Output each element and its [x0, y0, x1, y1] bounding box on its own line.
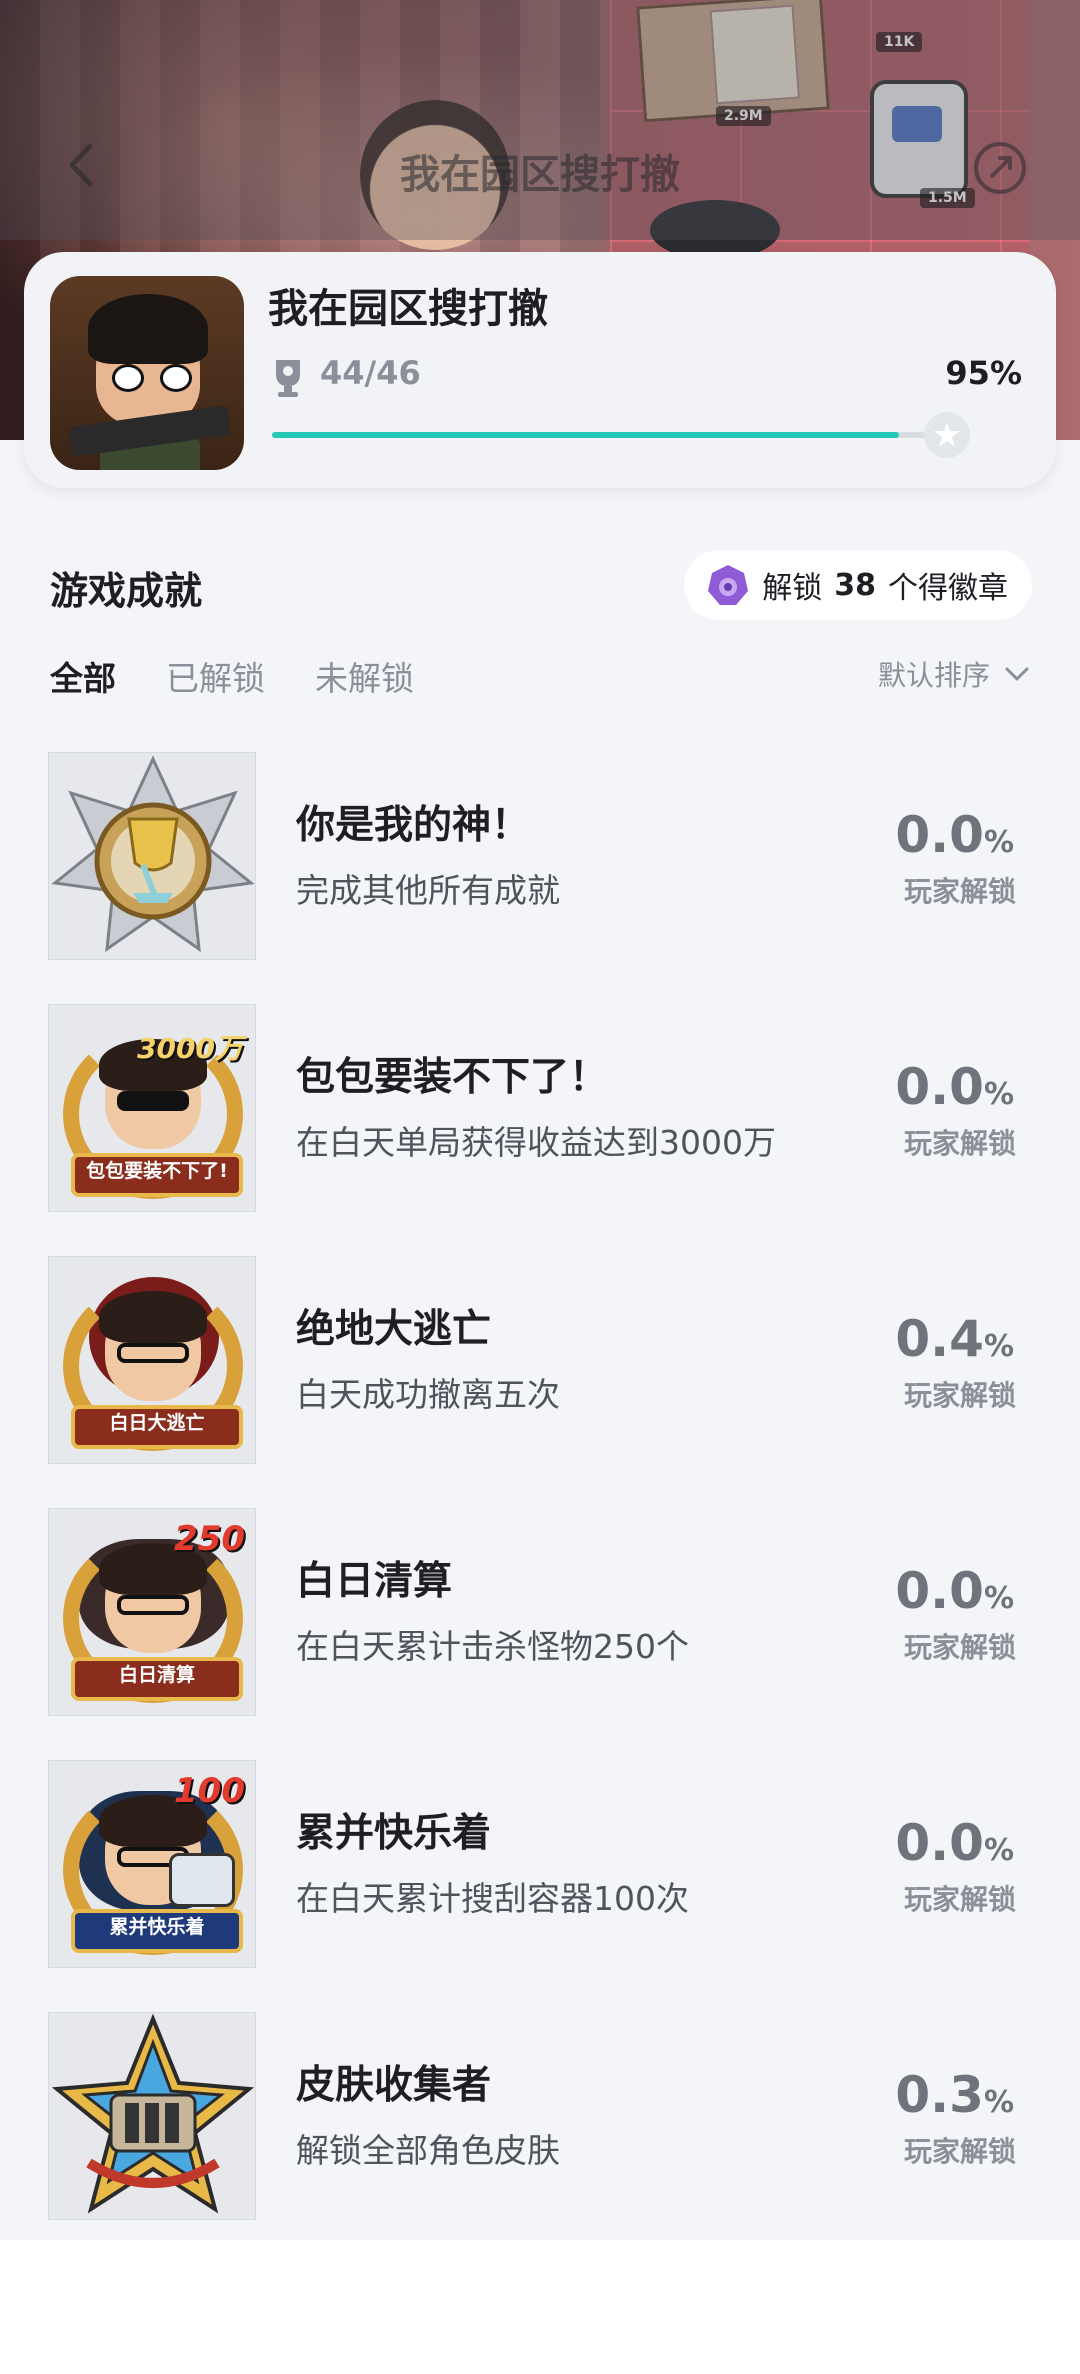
badge-ribbon: 白日清算	[71, 1657, 243, 1701]
unlock-rate-value: 0.0	[895, 1814, 984, 1872]
unlock-rate-percent: %	[983, 825, 1014, 860]
badge-number: 3000万	[137, 1032, 243, 1065]
unlock-rate-value: 0.3	[895, 2066, 984, 2124]
achievement-item[interactable]: 100 累并快乐着 累并快乐着 在白天累计搜刮容器100次 0.0% 玩家解锁	[0, 1760, 1080, 2012]
top-nav-bar: 我在园区搜打撤	[0, 120, 1080, 210]
achievement-item[interactable]: 3000万 包包要装不下了! 包包要装不下了！ 在白天单局获得收益达到3000万…	[0, 1004, 1080, 1256]
achievement-item[interactable]: 250 白日清算 白日清算 在白天累计击杀怪物250个 0.0% 玩家解锁	[0, 1508, 1080, 1760]
achievement-desc: 解锁全部角色皮肤	[296, 2131, 560, 2170]
badge-pill-number: 38	[834, 567, 876, 603]
kill-count-badge-icon: 250 白日清算	[48, 1508, 256, 1716]
unlock-rate: 0.0%	[895, 806, 1014, 864]
page-title: 我在园区搜打撤	[400, 152, 680, 198]
loot-badge-icon: 100 累并快乐着	[48, 1760, 256, 1968]
achievement-name: 白日清算	[296, 1559, 453, 1604]
achievement-item[interactable]: 白日大逃亡 绝地大逃亡 白天成功撤离五次 0.4% 玩家解锁	[0, 1256, 1080, 1508]
achievement-name: 绝地大逃亡	[296, 1307, 492, 1352]
achievement-name: 包包要装不下了！	[296, 1055, 609, 1100]
unlock-rate-value: 0.0	[895, 1562, 984, 1620]
tab-unlocked[interactable]: 已解锁	[166, 652, 265, 700]
achievement-count: 44/46	[320, 354, 421, 392]
unlock-rate-label: 玩家解锁	[903, 875, 1016, 908]
unlock-badge-pill[interactable]: 解锁 38 个得徽章	[684, 550, 1032, 620]
progress-track	[272, 432, 932, 438]
share-button[interactable]	[970, 138, 1030, 198]
sort-dropdown[interactable]: 默认排序	[878, 654, 1030, 694]
unlock-rate-percent: %	[983, 1077, 1014, 1112]
trophy-icon	[276, 360, 300, 397]
badge-ribbon: 包包要装不下了!	[71, 1153, 243, 1197]
unlock-rate-label: 玩家解锁	[903, 1631, 1016, 1664]
badge-ribbon: 累并快乐着	[71, 1909, 243, 1953]
unlock-rate: 0.0%	[895, 1058, 1014, 1116]
achievement-desc: 在白天单局获得收益达到3000万	[296, 1123, 776, 1162]
achievements-panel: 游戏成就 解锁 38 个得徽章 全部 已解锁 未解锁 默认排序 你是我的神！ 完…	[0, 440, 1080, 2240]
unlock-rate-value: 0.0	[895, 1058, 984, 1116]
section-title: 游戏成就	[50, 569, 203, 613]
unlock-rate: 0.3%	[895, 2066, 1014, 2124]
achievement-desc: 白天成功撤离五次	[296, 1375, 560, 1414]
unlock-rate: 0.4%	[895, 1310, 1014, 1368]
game-info-card: 我在园区搜打撤 44/46 95%	[24, 252, 1056, 488]
achievement-item[interactable]: 你是我的神！ 完成其他所有成就 0.0% 玩家解锁	[0, 752, 1080, 1004]
money-bag-badge-icon: 3000万 包包要装不下了!	[48, 1004, 256, 1212]
tab-locked[interactable]: 未解锁	[315, 652, 414, 700]
tab-all[interactable]: 全部	[50, 652, 116, 700]
badge-number: 250	[174, 1519, 245, 1559]
sort-label: 默认排序	[877, 659, 990, 692]
unlock-rate-label: 玩家解锁	[903, 1127, 1016, 1160]
unlock-rate: 0.0%	[895, 1814, 1014, 1872]
unlock-rate-value: 0.4	[895, 1310, 984, 1368]
badge-pill-prefix: 解锁	[762, 571, 823, 606]
unlock-rate-percent: %	[983, 2085, 1014, 2120]
chevron-down-icon	[1005, 667, 1029, 681]
achievement-desc: 完成其他所有成就	[296, 871, 560, 910]
achievement-desc: 在白天累计击杀怪物250个	[296, 1627, 689, 1666]
game-cover-image[interactable]	[50, 276, 244, 470]
unlock-rate-label: 玩家解锁	[903, 1379, 1016, 1412]
completion-percent: 95%	[945, 354, 1022, 392]
badge-ribbon: 白日大逃亡	[71, 1405, 243, 1449]
badge-number: 100	[174, 1771, 245, 1811]
filter-tabs: 全部 已解锁 未解锁	[50, 652, 414, 700]
unlock-rate-label: 玩家解锁	[903, 1883, 1016, 1916]
progress-fill	[272, 432, 899, 438]
achievement-list: 你是我的神！ 完成其他所有成就 0.0% 玩家解锁 3000万 包包要装不下了!…	[0, 752, 1080, 2264]
unlock-rate-percent: %	[983, 1329, 1014, 1364]
purple-badge-icon	[708, 565, 749, 605]
unlock-rate-value: 0.0	[895, 806, 984, 864]
game-name: 我在园区搜打撤	[268, 286, 548, 332]
completion-badge-icon	[924, 412, 970, 458]
share-icon	[974, 142, 1026, 194]
achievement-item[interactable]: 皮肤收集者 解锁全部角色皮肤 0.3% 玩家解锁	[0, 2012, 1080, 2264]
achievement-desc: 在白天累计搜刮容器100次	[296, 1879, 689, 1918]
skin-collector-badge-icon	[48, 2012, 256, 2220]
achievement-name: 累并快乐着	[296, 1811, 492, 1856]
achievement-name: 你是我的神！	[296, 803, 531, 848]
trophy-star-badge-icon	[48, 752, 256, 960]
bottom-spacer	[0, 2240, 1080, 2374]
unlock-rate-percent: %	[983, 1833, 1014, 1868]
unlock-rate-percent: %	[983, 1581, 1014, 1616]
unlock-rate-label: 玩家解锁	[903, 2135, 1016, 2168]
unlock-rate: 0.0%	[895, 1562, 1014, 1620]
badge-pill-suffix: 个得徽章	[888, 571, 1008, 606]
achievement-name: 皮肤收集者	[296, 2063, 492, 2108]
escape-badge-icon: 白日大逃亡	[48, 1256, 256, 1464]
